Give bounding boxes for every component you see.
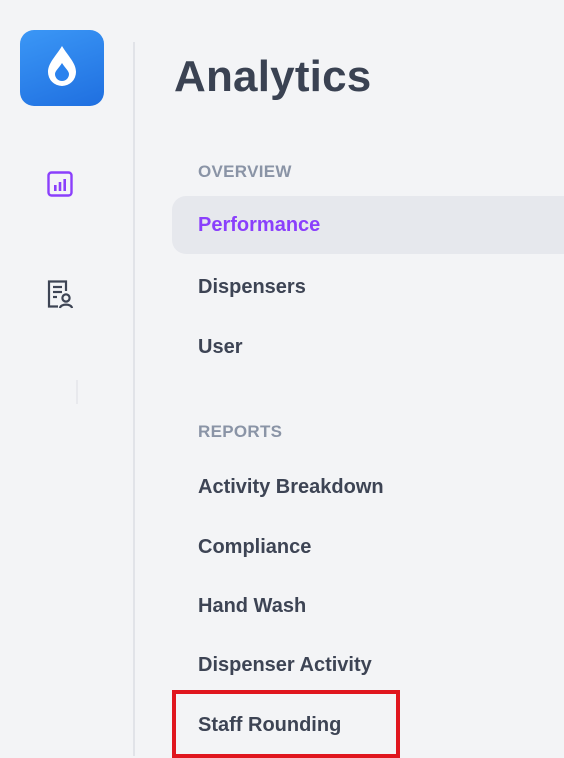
nav-item-label: Activity Breakdown xyxy=(198,475,384,498)
highlight-box xyxy=(172,690,400,758)
nav-item-label: Performance xyxy=(198,213,321,236)
droplet-icon xyxy=(42,43,82,94)
report-user-icon xyxy=(45,278,75,315)
nav-item-performance[interactable]: Performance xyxy=(172,196,564,254)
rail-reports-button[interactable] xyxy=(34,270,86,322)
rail-analytics-button[interactable] xyxy=(34,160,86,212)
nav-item-label: Dispenser Activity xyxy=(198,653,372,676)
nav-item-label: Compliance xyxy=(198,535,312,558)
nav-item-label: User xyxy=(198,335,243,358)
nav-item-activity-breakdown[interactable]: Activity Breakdown xyxy=(172,458,564,516)
nav-item-dispensers[interactable]: Dispensers xyxy=(172,258,564,316)
nav-item-label: Dispensers xyxy=(198,275,306,298)
section-label-overview: OVERVIEW xyxy=(198,162,292,181)
rail-divider-faint xyxy=(76,380,78,404)
app-logo[interactable] xyxy=(20,30,104,106)
section-label-reports: REPORTS xyxy=(198,422,283,441)
icon-rail xyxy=(0,0,134,756)
nav-item-hand-wash[interactable]: Hand Wash xyxy=(172,577,564,635)
nav-item-label: Hand Wash xyxy=(198,594,307,617)
nav-item-dispenser-activity[interactable]: Dispenser Activity xyxy=(172,636,564,694)
rail-divider xyxy=(133,42,135,756)
bar-chart-icon xyxy=(46,170,74,203)
nav-item-compliance[interactable]: Compliance xyxy=(172,518,564,576)
nav-item-user[interactable]: User xyxy=(172,318,564,376)
page-title: Analytics xyxy=(174,52,372,101)
